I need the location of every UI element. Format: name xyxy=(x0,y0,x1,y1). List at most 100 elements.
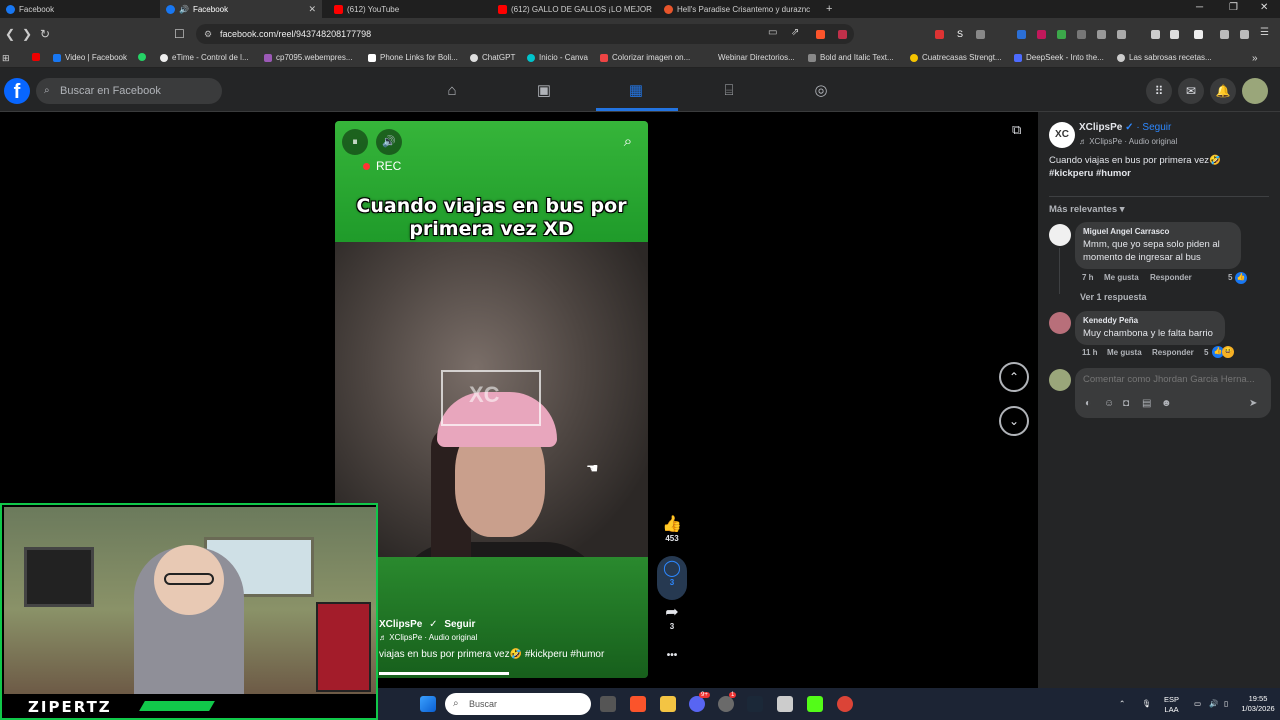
commenter-avatar[interactable] xyxy=(1049,312,1071,334)
panel-author[interactable]: XClipsPe ✓ · Seguir xyxy=(1079,122,1171,133)
vpn-icon[interactable] xyxy=(1240,30,1249,39)
language-indicator[interactable]: ESP LAA xyxy=(1164,695,1179,715)
author-avatar[interactable]: XC xyxy=(1049,122,1075,148)
reels-icon[interactable]: ▦ xyxy=(627,82,645,100)
bookmark-icon[interactable]: ☐ xyxy=(174,27,185,41)
clock[interactable]: 19:55 1/03/2026 xyxy=(1238,694,1278,714)
volume-icon[interactable]: 🔊 xyxy=(376,129,402,155)
tab-facebook-active[interactable]: 🔊 Facebook ✕ xyxy=(160,0,322,18)
url-bar[interactable]: ⚙ facebook.com/reel/943748208177798 xyxy=(196,24,854,44)
bookmark-item[interactable]: eTime - Control de l... xyxy=(160,53,249,62)
tray-chevron-icon[interactable]: ⌃ xyxy=(1119,699,1125,709)
speaker-icon[interactable]: 🔊 xyxy=(179,5,189,14)
bookmark-item[interactable]: cp7095.webempres... xyxy=(264,53,353,62)
bookmark-item[interactable]: Las sabrosas recetas... xyxy=(1117,53,1212,62)
send-icon[interactable]: ➤ xyxy=(1249,398,1257,409)
gaming-icon[interactable]: ◎ xyxy=(812,82,830,100)
bookmark-item[interactable]: Webinar Directorios... xyxy=(718,53,795,62)
music-icon[interactable] xyxy=(1151,30,1160,39)
collapse-panel-icon[interactable]: ⧉ xyxy=(1012,122,1021,138)
tab-facebook-1[interactable]: Facebook xyxy=(0,0,160,18)
calculator-icon[interactable] xyxy=(777,696,793,712)
extension-icon[interactable] xyxy=(1037,30,1046,39)
reel-video[interactable]: XC ⏸ 🔊 ⌕ REC Cuando viajas en bus por pr… xyxy=(335,121,648,678)
new-tab-button[interactable]: + xyxy=(822,0,840,18)
extension-s-icon[interactable]: S xyxy=(957,29,963,39)
emoji-icon[interactable]: ☺ xyxy=(1104,398,1114,409)
camera-icon[interactable]: ◘ xyxy=(1123,398,1129,409)
comment-button[interactable]: ◯ 3 xyxy=(657,556,687,600)
bookmark-item[interactable]: ChatGPT xyxy=(470,53,515,62)
tab-youtube[interactable]: (612) YouTube xyxy=(328,0,488,18)
commenter-avatar[interactable] xyxy=(1049,224,1071,246)
bookmark-item[interactable]: Inicio - Canva xyxy=(527,53,588,62)
reel-follow-link[interactable]: Seguir xyxy=(444,619,475,630)
bookmark-item[interactable]: Phone Links for Boli... xyxy=(368,53,458,62)
tab-hells-paradise[interactable]: Hell's Paradise Crisantemo y duraznc xyxy=(658,0,816,18)
gif-icon[interactable]: ▤ xyxy=(1142,398,1151,409)
forward-icon[interactable]: ❯ xyxy=(22,27,32,41)
reel-author[interactable]: XClipsPe xyxy=(379,619,422,630)
translate-icon[interactable] xyxy=(1017,30,1026,39)
reel-audio[interactable]: XClipsPe · Audio original xyxy=(389,633,477,642)
bookmark-item[interactable] xyxy=(32,53,40,61)
file-explorer-icon[interactable] xyxy=(660,696,676,712)
comment-author[interactable]: Miguel Angel Carrasco xyxy=(1083,227,1233,236)
bookmark-item[interactable]: Video | Facebook xyxy=(53,53,127,62)
extension-icon[interactable] xyxy=(1057,30,1066,39)
comment-author[interactable]: Keneddy Peña xyxy=(1083,316,1217,325)
menu-icon[interactable]: ☰ xyxy=(1260,27,1269,38)
menu-grid-icon[interactable]: ⠿ xyxy=(1146,78,1172,104)
like-button[interactable]: 👍 453 xyxy=(660,516,684,543)
comment-reply-link[interactable]: Responder xyxy=(1152,348,1194,357)
taskbar-search[interactable]: ⌕ Buscar xyxy=(445,693,591,715)
site-info-icon[interactable]: ⚙ xyxy=(204,24,212,44)
panel-audio[interactable]: ♬ XClipsPe · Audio original xyxy=(1079,137,1177,146)
video-icon[interactable]: ▣ xyxy=(535,82,553,100)
messenger-icon[interactable]: ✉ xyxy=(1178,78,1204,104)
extension-icon[interactable] xyxy=(935,30,944,39)
facebook-search-input[interactable]: ⌕ Buscar en Facebook xyxy=(36,78,222,104)
next-reel-button[interactable]: ⌄ xyxy=(999,406,1029,436)
home-icon[interactable]: ⌂ xyxy=(443,82,461,100)
cast-icon[interactable]: ▭ xyxy=(768,27,777,38)
pause-icon[interactable]: ⏸ xyxy=(342,129,368,155)
tab-youtube-gallo[interactable]: (612) GALLO DE GALLOS ¡LO MEJOR xyxy=(492,0,652,18)
wallet-icon[interactable] xyxy=(1194,30,1203,39)
battery-icon[interactable]: ▯ xyxy=(1224,699,1228,709)
bookmark-item[interactable]: Bold and Italic Text... xyxy=(808,53,894,62)
reload-icon[interactable]: ↻ xyxy=(40,27,50,41)
microphone-icon[interactable]: 🎙 xyxy=(1142,699,1152,709)
comment-like-link[interactable]: Me gusta xyxy=(1107,348,1142,357)
marketplace-icon[interactable]: ⌸ xyxy=(720,82,738,100)
sticker-icon[interactable]: ◐ xyxy=(1085,398,1091,409)
bookmark-item[interactable]: Cuatrecasas Strengt... xyxy=(910,53,1002,62)
camera-icon[interactable] xyxy=(976,30,985,39)
profile-avatar[interactable] xyxy=(1242,78,1268,104)
previous-reel-button[interactable]: ⌃ xyxy=(999,362,1029,392)
share-icon[interactable]: ⇗ xyxy=(791,27,799,38)
panel-hashtags[interactable]: #kickperu #humor xyxy=(1049,167,1131,180)
network-icon[interactable]: ▭ xyxy=(1194,699,1201,709)
steam-icon[interactable] xyxy=(747,696,763,712)
rewards-icon[interactable] xyxy=(838,30,847,39)
brave-shield-icon[interactable] xyxy=(816,30,825,39)
notifications-icon[interactable]: 🔔 xyxy=(1210,78,1236,104)
search-icon[interactable]: ⌕ xyxy=(615,129,641,155)
bookmark-item[interactable]: DeepSeek - Into the... xyxy=(1014,53,1104,62)
discord-icon[interactable] xyxy=(689,696,705,712)
extension-icon[interactable] xyxy=(1077,30,1086,39)
puzzle-icon[interactable] xyxy=(1097,30,1106,39)
kick-icon[interactable] xyxy=(807,696,823,712)
volume-icon[interactable]: 🔊 xyxy=(1209,699,1218,709)
comment-like-link[interactable]: Me gusta xyxy=(1104,273,1139,282)
windows-start-icon[interactable] xyxy=(420,696,436,712)
extension-icon[interactable] xyxy=(1117,30,1126,39)
restore-icon[interactable]: ❐ xyxy=(1229,2,1238,13)
app-icon[interactable] xyxy=(718,696,734,712)
more-bookmarks-icon[interactable]: » xyxy=(1252,53,1258,64)
panel-follow-link[interactable]: · Seguir xyxy=(1136,122,1171,133)
task-view-icon[interactable] xyxy=(600,696,616,712)
close-window-icon[interactable]: ✕ xyxy=(1260,2,1268,13)
more-options-button[interactable]: ••• xyxy=(660,650,684,661)
